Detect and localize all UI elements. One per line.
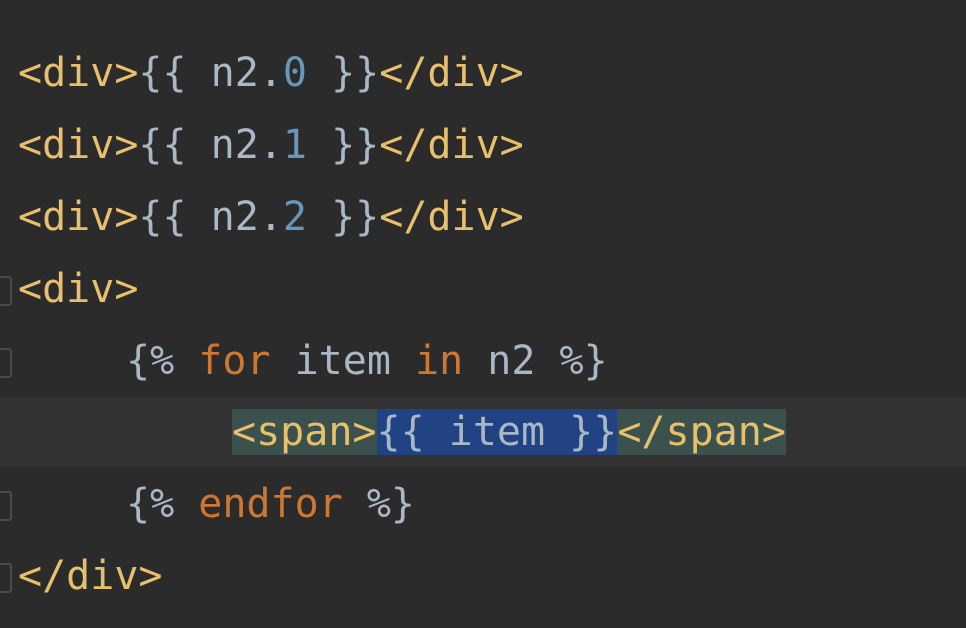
div-open-tag: <div> (18, 122, 139, 168)
template-tag-close: %} (559, 338, 608, 384)
template-tag-open: {% (126, 338, 199, 384)
index-number: 1 (282, 122, 308, 168)
expr-close: }} (307, 194, 380, 240)
expr-open: {{ (138, 122, 211, 168)
variable: n2. (210, 50, 283, 96)
expr-close: }} (307, 122, 380, 168)
div-open-tag: <div> (18, 50, 139, 96)
fold-marker-icon[interactable] (0, 563, 12, 593)
div-close-tag: </div> (18, 553, 163, 599)
loop-variable: item (270, 338, 415, 384)
div-close-tag: </div> (379, 50, 524, 96)
div-close-tag: </div> (379, 194, 524, 240)
fold-marker-icon[interactable] (0, 348, 12, 378)
code-line-1[interactable]: <div>{{ n2.0 }}</div> (18, 38, 524, 108)
variable: n2. (210, 122, 283, 168)
expr-open: {{ (138, 194, 211, 240)
expr-close: }} (307, 50, 380, 96)
expr-open: {{ (138, 50, 211, 96)
fold-marker-icon[interactable] (0, 276, 12, 306)
code-editor[interactable]: <div>{{ n2.0 }}</div> <div>{{ n2.1 }}</d… (0, 0, 966, 628)
index-number: 0 (282, 50, 308, 96)
endfor-keyword: endfor (198, 481, 343, 527)
template-tag-open: {% (126, 481, 199, 527)
in-keyword: in (415, 338, 464, 384)
code-line-8[interactable]: </div> (18, 541, 163, 611)
div-close-tag: </div> (379, 122, 524, 168)
code-line-6[interactable]: <span>{{ item }}</span> (232, 397, 786, 467)
code-line-3[interactable]: <div>{{ n2.2 }}</div> (18, 182, 524, 252)
for-keyword: for (198, 338, 271, 384)
selected-expression[interactable]: {{ item }} (376, 409, 618, 455)
code-line-2[interactable]: <div>{{ n2.1 }}</div> (18, 110, 524, 180)
code-line-5[interactable]: {% for item in n2 %} (126, 326, 608, 396)
fold-marker-icon[interactable] (0, 491, 12, 521)
div-open-tag: <div> (18, 194, 139, 240)
code-line-7[interactable]: {% endfor %} (126, 469, 415, 539)
loop-iterable: n2 (463, 338, 560, 384)
span-open-tag: <span> (232, 409, 377, 455)
div-open-tag: <div> (18, 266, 139, 312)
template-tag-close: %} (342, 481, 415, 527)
variable: n2. (210, 194, 283, 240)
index-number: 2 (282, 194, 308, 240)
span-close-tag: </span> (617, 409, 786, 455)
code-line-4[interactable]: <div> (18, 254, 138, 324)
